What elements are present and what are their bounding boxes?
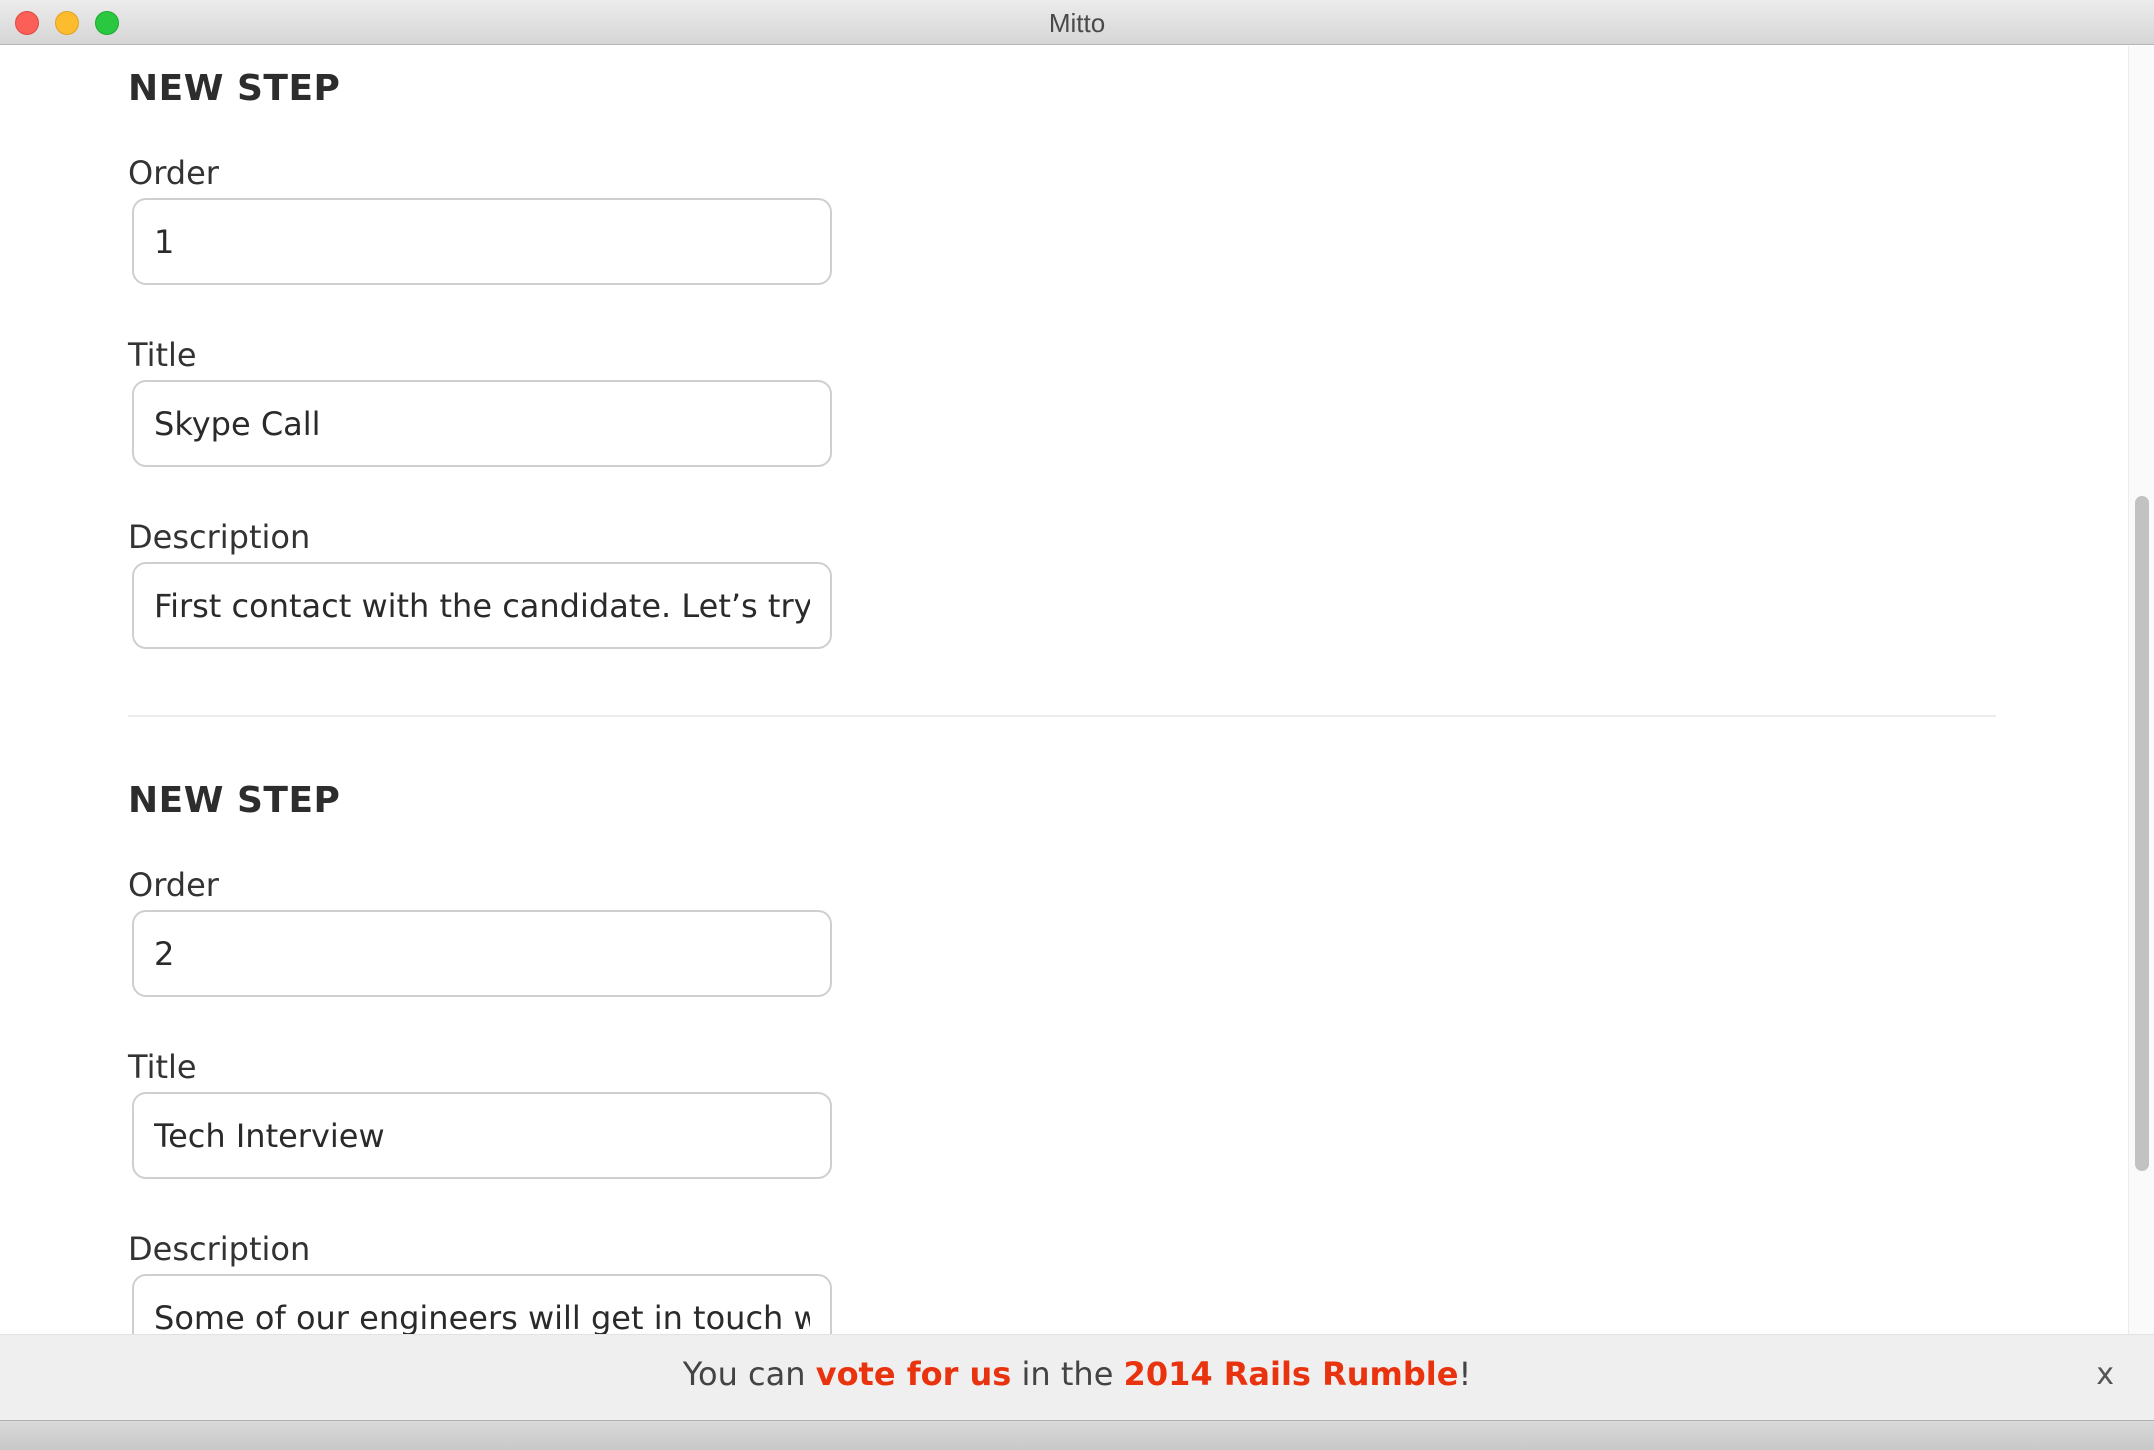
title-bar[interactable]: Mitto [0,0,2154,45]
description-label: Description [128,1230,311,1268]
banner-message: You can vote for us in the 2014 Rails Ru… [0,1355,2154,1393]
order-label: Order [128,866,219,904]
description-input[interactable] [132,562,832,649]
title-label: Title [128,1048,197,1086]
scrollbar-thumb[interactable] [2135,496,2149,1171]
step-form-1: NEW STEP Order Title Description [128,46,832,686]
title-input[interactable] [132,1092,832,1179]
window-title: Mitto [1048,8,1106,38]
rails-rumble-link[interactable]: 2014 Rails Rumble [1124,1355,1459,1393]
description-label: Description [128,518,311,556]
rumble-banner: You can vote for us in the 2014 Rails Ru… [0,1334,2154,1420]
banner-prefix: You can [682,1355,816,1393]
window-bottom-bar [0,1420,2154,1450]
main-content: NEW STEP Order Title Description NEW STE… [0,46,2128,1420]
order-input[interactable] [132,910,832,997]
banner-suffix: ! [1458,1355,1472,1393]
order-label: Order [128,154,219,192]
step-form-2: NEW STEP Order Title Description [128,758,832,1408]
title-label: Title [128,336,197,374]
step-divider [128,715,1996,717]
step-heading: NEW STEP [128,68,341,109]
banner-middle: in the [1011,1355,1124,1393]
step-heading: NEW STEP [128,780,341,821]
app-window: Mitto NEW STEP Order Title Description N… [0,0,2154,1450]
order-input[interactable] [132,198,832,285]
vertical-scrollbar[interactable] [2128,46,2154,1420]
vote-link[interactable]: vote for us [816,1355,1012,1393]
title-input[interactable] [132,380,832,467]
close-banner-button[interactable]: x [2096,1357,2114,1392]
